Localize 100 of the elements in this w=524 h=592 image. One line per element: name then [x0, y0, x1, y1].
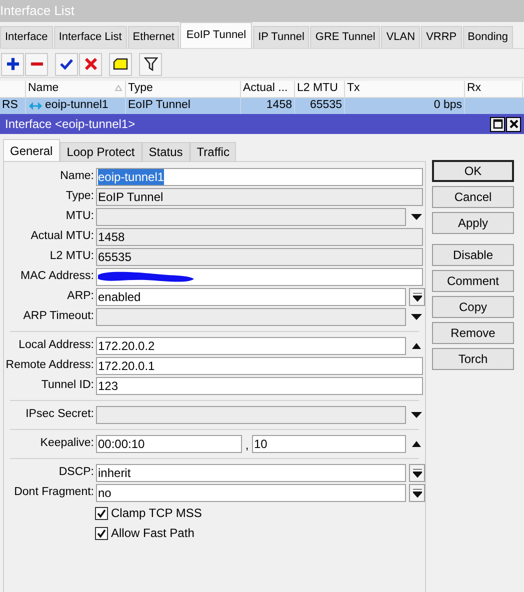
input-field[interactable]: 10 — [252, 435, 406, 453]
field-label: Remote Address: — [4, 358, 94, 374]
field-label: Dont Fragment: — [13, 485, 94, 500]
dropdown-arrow-icon[interactable] — [410, 214, 422, 220]
column-header[interactable]: Type — [126, 81, 241, 97]
column-header[interactable]: L2 MTU — [295, 81, 345, 97]
table-cell-text: 65535 — [310, 98, 342, 114]
collapse-arrow-icon[interactable] — [412, 441, 420, 447]
checkmark-icon — [97, 508, 106, 518]
dialog-button[interactable]: Disable — [432, 244, 514, 266]
dialog-button[interactable]: Apply — [432, 212, 514, 234]
dropdown-arrow-icon[interactable] — [410, 412, 422, 418]
dropdown-button[interactable] — [409, 464, 425, 482]
field-label: Actual MTU: — [30, 229, 94, 244]
tab[interactable]: Ethernet — [128, 26, 180, 48]
dialog-title: Interface <eoip-tunnel1> — [4, 116, 136, 133]
dropdown-arrow-icon[interactable] — [410, 314, 422, 320]
tab[interactable]: Bonding — [462, 26, 514, 48]
tab[interactable]: Status — [142, 142, 190, 161]
table-cell-text: 0 bps — [434, 98, 462, 114]
separator-text: , — [244, 437, 250, 454]
field-label: Type: — [64, 189, 94, 204]
dropdown-icon — [412, 488, 422, 498]
tab[interactable]: GRE Tunnel — [310, 26, 380, 48]
input-field[interactable] — [96, 208, 406, 226]
table-cell-text: 1458 — [266, 98, 292, 114]
input-field[interactable]: EoIP Tunnel — [96, 188, 423, 206]
input-field[interactable]: 123 — [96, 377, 423, 395]
filter-icon — [144, 57, 158, 71]
table-cell-text: eoip-tunnel1 — [45, 98, 108, 114]
input-field[interactable]: 00:00:10 — [96, 435, 242, 453]
checkbox-label: Clamp TCP MSS — [111, 505, 202, 522]
add-button[interactable] — [1, 52, 24, 76]
dialog-button[interactable]: Comment — [432, 270, 514, 292]
field-label: Name: — [59, 169, 94, 184]
column-header[interactable]: Actual ... — [241, 81, 295, 97]
tab[interactable]: Interface List — [54, 26, 127, 48]
dropdown-icon — [412, 468, 422, 478]
close-button[interactable] — [506, 116, 521, 132]
minus-icon — [30, 62, 42, 66]
add-icon — [6, 58, 18, 70]
comment-button[interactable] — [109, 52, 132, 76]
dialog-button[interactable]: Cancel — [432, 186, 514, 208]
window-title: Interface List — [0, 2, 74, 20]
checkbox[interactable] — [95, 506, 108, 520]
field-label: Tunnel ID: — [40, 378, 94, 394]
cross-icon — [84, 58, 96, 70]
dropdown-button[interactable] — [409, 484, 425, 502]
maximize-button[interactable] — [490, 116, 505, 132]
field-label: L2 MTU: — [48, 249, 94, 264]
filter-button[interactable] — [139, 52, 162, 76]
tunnel-icon — [28, 101, 43, 111]
tab[interactable]: Interface — [0, 26, 53, 48]
input-field[interactable]: 172.20.0.2 — [96, 337, 406, 355]
dialog-button[interactable]: Remove — [432, 322, 514, 344]
checkbox[interactable] — [95, 526, 108, 540]
maximize-icon — [492, 119, 502, 129]
column-header[interactable]: Tx — [345, 81, 465, 97]
status-flags: RS — [2, 98, 18, 114]
field-label: MTU: — [64, 209, 94, 224]
input-field[interactable] — [96, 268, 423, 286]
checkmark-icon — [60, 58, 73, 70]
tab[interactable]: Traffic — [190, 142, 236, 161]
input-field[interactable]: enabled — [96, 288, 406, 306]
input-field[interactable]: 1458 — [96, 228, 423, 246]
remove-button[interactable] — [25, 52, 48, 76]
input-field[interactable]: 172.20.0.1 — [96, 357, 423, 375]
dropdown-icon — [412, 292, 422, 302]
dialog-button[interactable]: Copy — [432, 296, 514, 318]
dialog-button[interactable]: Torch — [432, 348, 514, 370]
field-label: IPsec Secret: — [24, 407, 94, 422]
dialog-button[interactable]: OK — [432, 160, 514, 182]
checkbox-label: Allow Fast Path — [111, 525, 194, 542]
field-label: Local Address: — [18, 338, 94, 354]
field-label: Keepalive: — [39, 436, 94, 452]
enable-button[interactable] — [55, 52, 78, 76]
tab[interactable]: Loop Protect — [60, 142, 142, 161]
table-cell-text: EoIP Tunnel — [128, 98, 190, 114]
field-label: ARP Timeout: — [22, 309, 94, 324]
dropdown-button[interactable] — [409, 288, 425, 306]
collapse-arrow-icon[interactable] — [412, 343, 420, 349]
column-header[interactable]: Name — [26, 81, 126, 97]
input-field[interactable] — [96, 406, 406, 424]
field-label: MAC Address: — [20, 269, 94, 284]
tab[interactable]: IP Tunnel — [253, 26, 310, 48]
input-field[interactable] — [96, 308, 406, 326]
input-field[interactable]: no — [96, 484, 406, 502]
table-row[interactable]: RS eoip-tunnel1 EoIP Tunnel 1458 65535 0 bps — [0, 98, 524, 114]
checkmark-icon — [97, 528, 106, 538]
input-field[interactable]: 65535 — [96, 248, 423, 266]
input-field[interactable]: eoip-tunnel1 — [96, 168, 423, 186]
tab[interactable]: VRRP — [421, 26, 462, 48]
tab[interactable]: General — [3, 139, 60, 161]
close-icon — [508, 119, 518, 129]
column-header[interactable]: Rx — [465, 81, 523, 97]
tab[interactable]: VLAN — [381, 26, 420, 48]
field-label: ARP: — [66, 289, 94, 304]
tab[interactable]: EoIP Tunnel — [180, 22, 252, 48]
disable-button[interactable] — [79, 52, 102, 76]
input-field[interactable]: inherit — [96, 464, 406, 482]
